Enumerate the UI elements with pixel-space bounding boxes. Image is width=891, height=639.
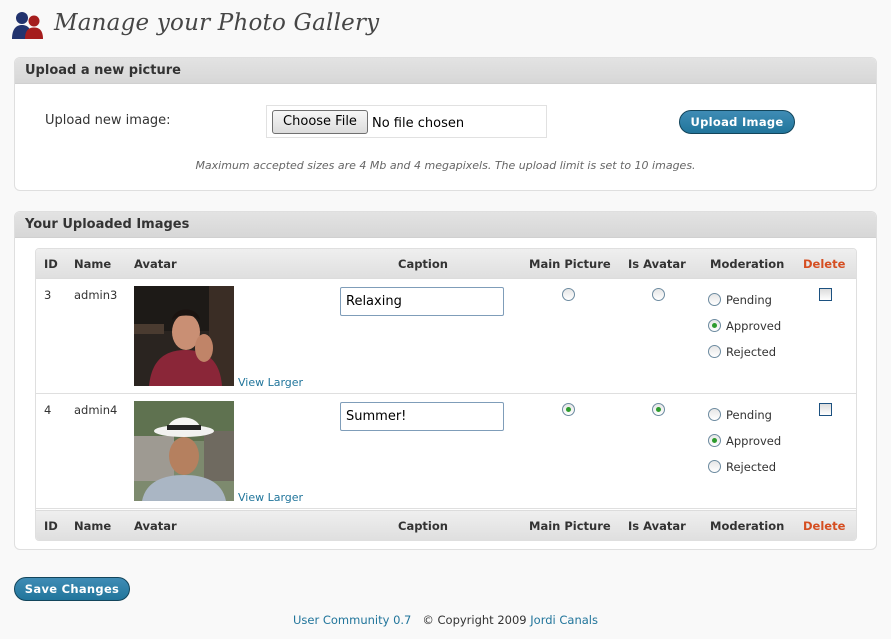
footer: User Community 0.7 © Copyright 2009 Jord… [0,613,891,627]
col-caption: Caption [398,257,448,271]
moderation-approved-radio[interactable] [708,319,721,332]
main-picture-radio[interactable] [562,288,575,301]
col-main-picture: Main Picture [529,257,611,271]
uploaded-images-panel: Your Uploaded Images ID Name Avatar Capt… [14,211,877,550]
view-larger-link[interactable]: View Larger [238,376,303,389]
col-moderation: Moderation [710,519,785,533]
col-id: ID [44,257,58,271]
moderation-label: Approved [726,319,782,333]
upload-image-button[interactable]: Upload Image [679,110,795,134]
col-caption: Caption [398,519,448,533]
col-name: Name [74,519,112,533]
col-is-avatar: Is Avatar [628,519,686,533]
delete-checkbox[interactable] [819,403,832,416]
row-id: 3 [44,288,52,302]
row-id: 4 [44,403,52,417]
moderation-rejected-radio[interactable] [708,460,721,473]
row-name: admin3 [74,288,118,302]
col-avatar: Avatar [134,257,177,271]
page-title: Manage your Photo Gallery [54,10,380,36]
avatar-thumbnail[interactable] [134,286,234,386]
caption-input[interactable]: Summer! [340,402,504,431]
moderation-label: Rejected [726,460,777,474]
row-name: admin4 [74,403,118,417]
file-status: No file chosen [372,116,465,131]
is-avatar-radio[interactable] [652,288,665,301]
main-picture-radio[interactable] [562,403,575,416]
col-id: ID [44,519,58,533]
moderation-label: Pending [726,293,772,307]
choose-file-button[interactable]: Choose File [272,110,368,134]
is-avatar-radio[interactable] [652,403,665,416]
col-avatar: Avatar [134,519,177,533]
moderation-label: Pending [726,408,772,422]
upload-panel: Upload a new picture Upload new image: C… [14,57,877,191]
moderation-rejected-radio[interactable] [708,345,721,358]
moderation-label: Approved [726,434,782,448]
users-icon [12,12,43,39]
table-footer: ID Name Avatar Caption Main Picture Is A… [36,510,856,540]
moderation-label: Rejected [726,345,777,359]
caption-input[interactable]: Relaxing [340,287,504,316]
upload-field-label: Upload new image: [45,113,171,128]
author-link[interactable]: Jordi Canals [530,613,598,627]
plugin-link[interactable]: User Community 0.7 [293,613,411,627]
copyright-text: © Copyright 2009 [422,613,527,627]
table-row: 4 admin4 View Larger Summer! Pending App… [36,394,856,509]
moderation-pending-radio[interactable] [708,293,721,306]
col-name: Name [74,257,112,271]
table-row: 3 admin3 View Larger Relaxing Pending Ap… [36,279,856,394]
moderation-approved-radio[interactable] [708,434,721,447]
images-section-title: Your Uploaded Images [15,212,876,238]
col-is-avatar: Is Avatar [628,257,686,271]
avatar-thumbnail[interactable] [134,401,234,501]
delete-checkbox[interactable] [819,288,832,301]
col-moderation: Moderation [710,257,785,271]
view-larger-link[interactable]: View Larger [238,491,303,504]
images-table: ID Name Avatar Caption Main Picture Is A… [35,248,857,541]
upload-limit-note: Maximum accepted sizes are 4 Mb and 4 me… [195,159,696,172]
moderation-pending-radio[interactable] [708,408,721,421]
col-delete: Delete [803,257,846,271]
col-main-picture: Main Picture [529,519,611,533]
upload-section-title: Upload a new picture [15,58,876,84]
table-header: ID Name Avatar Caption Main Picture Is A… [36,249,856,279]
file-input[interactable]: Choose File No file chosen [266,105,547,138]
col-delete: Delete [803,519,846,533]
save-changes-button[interactable]: Save Changes [14,577,130,601]
